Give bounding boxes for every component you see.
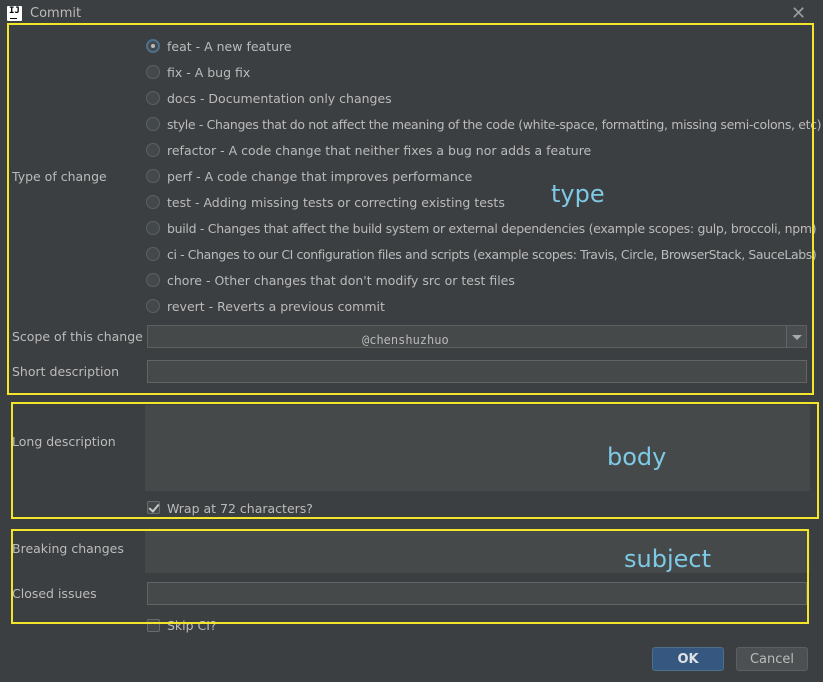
close-icon[interactable]: ✕ [791,3,806,24]
type-annotation-box [7,23,814,395]
intellij-app-icon: IJ [7,6,22,21]
ok-button[interactable]: OK [652,647,724,671]
subject-annotation-text: subject [624,545,711,573]
body-annotation-text: body [607,443,667,471]
app-icon-text: IJ [9,6,20,16]
cancel-button[interactable]: Cancel [736,647,808,671]
body-annotation-box [11,402,819,519]
window-title: Commit [30,6,82,21]
subject-annotation-box [11,529,809,624]
type-annotation-text: type [551,180,605,208]
